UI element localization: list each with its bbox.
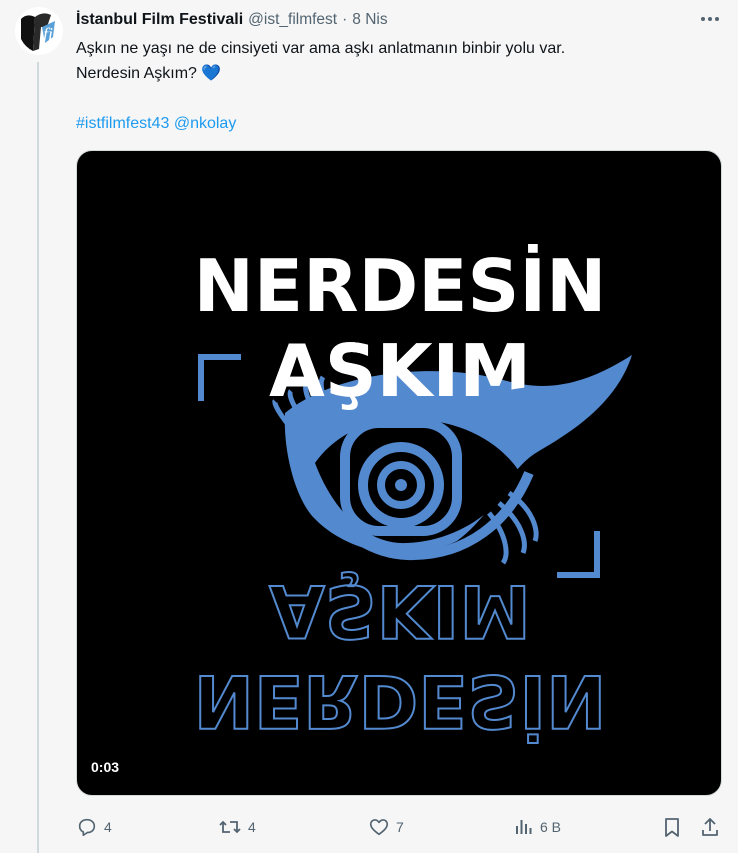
- avatar[interactable]: fi: [15, 7, 63, 55]
- separator-dot: ·: [342, 11, 348, 28]
- avatar-logo: fi: [15, 7, 63, 55]
- hashtag-link[interactable]: #istfilmfest43: [76, 115, 169, 132]
- blue-heart-emoji: 💙: [201, 65, 222, 82]
- video-mirror-line-1: AŞKIM: [269, 569, 531, 653]
- tweet-text-line-2-text: Nerdesin Aşkım?: [76, 65, 197, 82]
- retweet-button[interactable]: 4: [218, 814, 256, 840]
- video-timecode: 0:03: [91, 759, 120, 775]
- views-count: 6 B: [540, 819, 562, 835]
- video-mirror-line-2: NERDESİN: [194, 659, 607, 743]
- tweet-header: İstanbul Film Festivali @ist_filmfest · …: [76, 9, 388, 31]
- more-button[interactable]: [698, 9, 722, 29]
- views-button[interactable]: 6 B: [514, 814, 561, 840]
- svg-text:fi: fi: [43, 24, 53, 44]
- reply-count: 4: [104, 819, 112, 835]
- author-handle[interactable]: @ist_filmfest: [248, 11, 337, 29]
- author-name[interactable]: İstanbul Film Festivali: [76, 11, 243, 29]
- video-player[interactable]: NERDESİN AŞKIM AŞKIM NERDESİN AŞKIM 0:03: [76, 150, 722, 796]
- tweet-text: Aşkın ne yaşı ne de cinsiyeti var ama aş…: [76, 36, 716, 136]
- video-frame: NERDESİN AŞKIM AŞKIM NERDESİN AŞKIM: [193, 244, 632, 744]
- tweet-date[interactable]: 8 Nis: [352, 11, 387, 29]
- tweet-text-line-2: Nerdesin Aşkım? 💙: [76, 61, 716, 86]
- tweet-text-line-1: Aşkın ne yaşı ne de cinsiyeti var ama aş…: [76, 40, 566, 57]
- retweet-count: 4: [248, 819, 256, 835]
- like-button[interactable]: 7: [368, 814, 404, 840]
- corner-bracket-top-left: [198, 354, 241, 401]
- corner-bracket-bottom-right: [557, 531, 600, 578]
- share-button[interactable]: [700, 814, 720, 840]
- more-icon: [701, 17, 719, 21]
- video-title-line-1: NERDESİN: [194, 244, 607, 328]
- like-count: 7: [396, 819, 404, 835]
- bookmark-icon: [665, 818, 679, 837]
- views-icon: [516, 820, 532, 834]
- tweet-links: #istfilmfest43 @nkolay: [76, 111, 716, 136]
- bookmark-button[interactable]: [662, 814, 682, 840]
- reply-button[interactable]: 4: [76, 814, 112, 840]
- like-icon: [369, 819, 389, 836]
- reply-icon: [78, 818, 96, 837]
- share-icon: [702, 818, 718, 836]
- tweet-actions: 4 4 7 6 B: [76, 814, 722, 840]
- retweet-icon: [219, 820, 241, 834]
- mention-link[interactable]: @nkolay: [174, 115, 237, 132]
- thread-line: [37, 62, 39, 853]
